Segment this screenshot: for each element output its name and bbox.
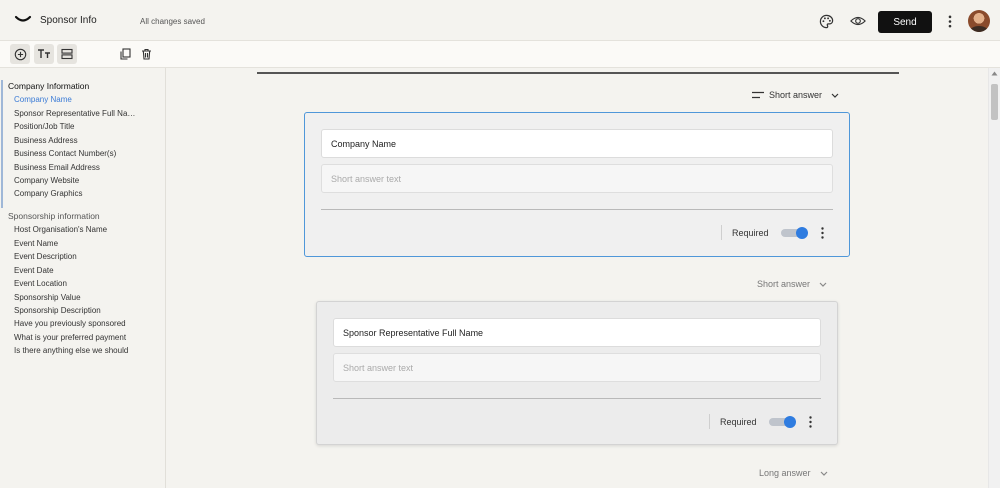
delete-trash-icon[interactable] (136, 44, 156, 64)
sidebar-section-company-information[interactable]: Company Information (8, 81, 89, 91)
answer-preview-field: Short answer text (333, 353, 821, 382)
save-status: All changes saved (140, 17, 205, 26)
short-text-icon (752, 91, 764, 99)
sidebar-item[interactable]: Event Name (14, 239, 138, 248)
duplicate-icon[interactable] (115, 44, 135, 64)
question-type-dropdown[interactable]: Short answer (752, 90, 839, 100)
palette-icon[interactable] (818, 13, 834, 29)
sidebar-item[interactable]: Position/Job Title (14, 122, 138, 131)
answer-preview-field: Short answer text (321, 164, 833, 193)
form-title[interactable]: Sponsor Info (40, 15, 97, 26)
sidebar-item[interactable]: Event Description (14, 252, 138, 261)
sidebar-item[interactable]: Company Graphics (14, 189, 138, 198)
sidebar-item[interactable]: Business Contact Number(s) (14, 149, 138, 158)
sidebar-item[interactable]: Company Name (14, 95, 138, 104)
sidebar-item[interactable]: What is your preferred payment (14, 333, 138, 342)
required-toggle[interactable] (781, 227, 808, 239)
sidebar-section-sponsorship-information[interactable]: Sponsorship information (8, 211, 100, 221)
editor-toolbar (0, 41, 1000, 68)
user-avatar[interactable] (968, 10, 990, 32)
question-type-label: Short answer (757, 279, 811, 289)
add-question-icon[interactable] (10, 44, 30, 64)
required-toggle[interactable] (769, 416, 796, 428)
active-section-indicator (1, 80, 3, 208)
top-bar: Sponsor Info All changes saved Send (0, 0, 1000, 41)
sidebar-item[interactable]: Host Organisation's Name (14, 225, 138, 234)
sidebar-item[interactable]: Sponsorship Description (14, 306, 138, 315)
question-type-dropdown[interactable]: Short answer (757, 279, 827, 289)
chevron-down-icon (820, 471, 827, 476)
scrollbar-thumb[interactable] (991, 84, 998, 120)
required-label: Required (732, 228, 769, 238)
add-text-icon[interactable] (34, 44, 54, 64)
sidebar-item[interactable]: Event Location (14, 279, 138, 288)
sidebar-item[interactable]: Event Date (14, 266, 138, 275)
question-type-label: Short answer (769, 90, 823, 100)
chevron-down-icon (831, 93, 839, 98)
sidebar-item[interactable]: Sponsorship Value (14, 293, 138, 302)
add-section-icon[interactable] (57, 44, 77, 64)
scroll-up-arrow-icon[interactable] (991, 70, 998, 77)
card-divider (333, 398, 821, 399)
question-type-label: Long answer (759, 468, 811, 478)
footer-separator (709, 414, 710, 429)
send-button[interactable]: Send (878, 11, 932, 33)
question-title-input[interactable]: Sponsor Representative Full Name (333, 318, 821, 347)
sidebar-item[interactable]: Business Address (14, 136, 138, 145)
required-label: Required (720, 417, 757, 427)
question-card[interactable]: Sponsor Representative Full Name Short a… (316, 301, 838, 445)
question-more-icon[interactable] (806, 415, 814, 429)
sidebar-item[interactable]: Business Email Address (14, 163, 138, 172)
question-type-dropdown[interactable]: Long answer (759, 468, 828, 478)
more-options-icon[interactable] (942, 13, 958, 29)
question-title-input[interactable]: Company Name (321, 129, 833, 158)
section-divider (257, 72, 899, 74)
sidebar-outline: Company Information Company Name Sponsor… (0, 68, 166, 488)
sidebar-item[interactable]: Is there anything else we should (14, 346, 138, 355)
chevron-down-icon (819, 282, 827, 287)
footer-separator (721, 225, 722, 240)
card-divider (321, 209, 833, 210)
preview-eye-icon[interactable] (850, 13, 866, 29)
question-card[interactable]: Company Name Short answer text Required (304, 112, 850, 257)
logo-icon[interactable] (14, 12, 32, 26)
sidebar-item[interactable]: Company Website (14, 176, 138, 185)
sidebar-item[interactable]: Have you previously sponsored (14, 319, 138, 328)
sidebar-item[interactable]: Sponsor Representative Full Name (14, 109, 138, 118)
scrollbar-track[interactable] (988, 68, 1000, 488)
question-more-icon[interactable] (818, 226, 826, 240)
